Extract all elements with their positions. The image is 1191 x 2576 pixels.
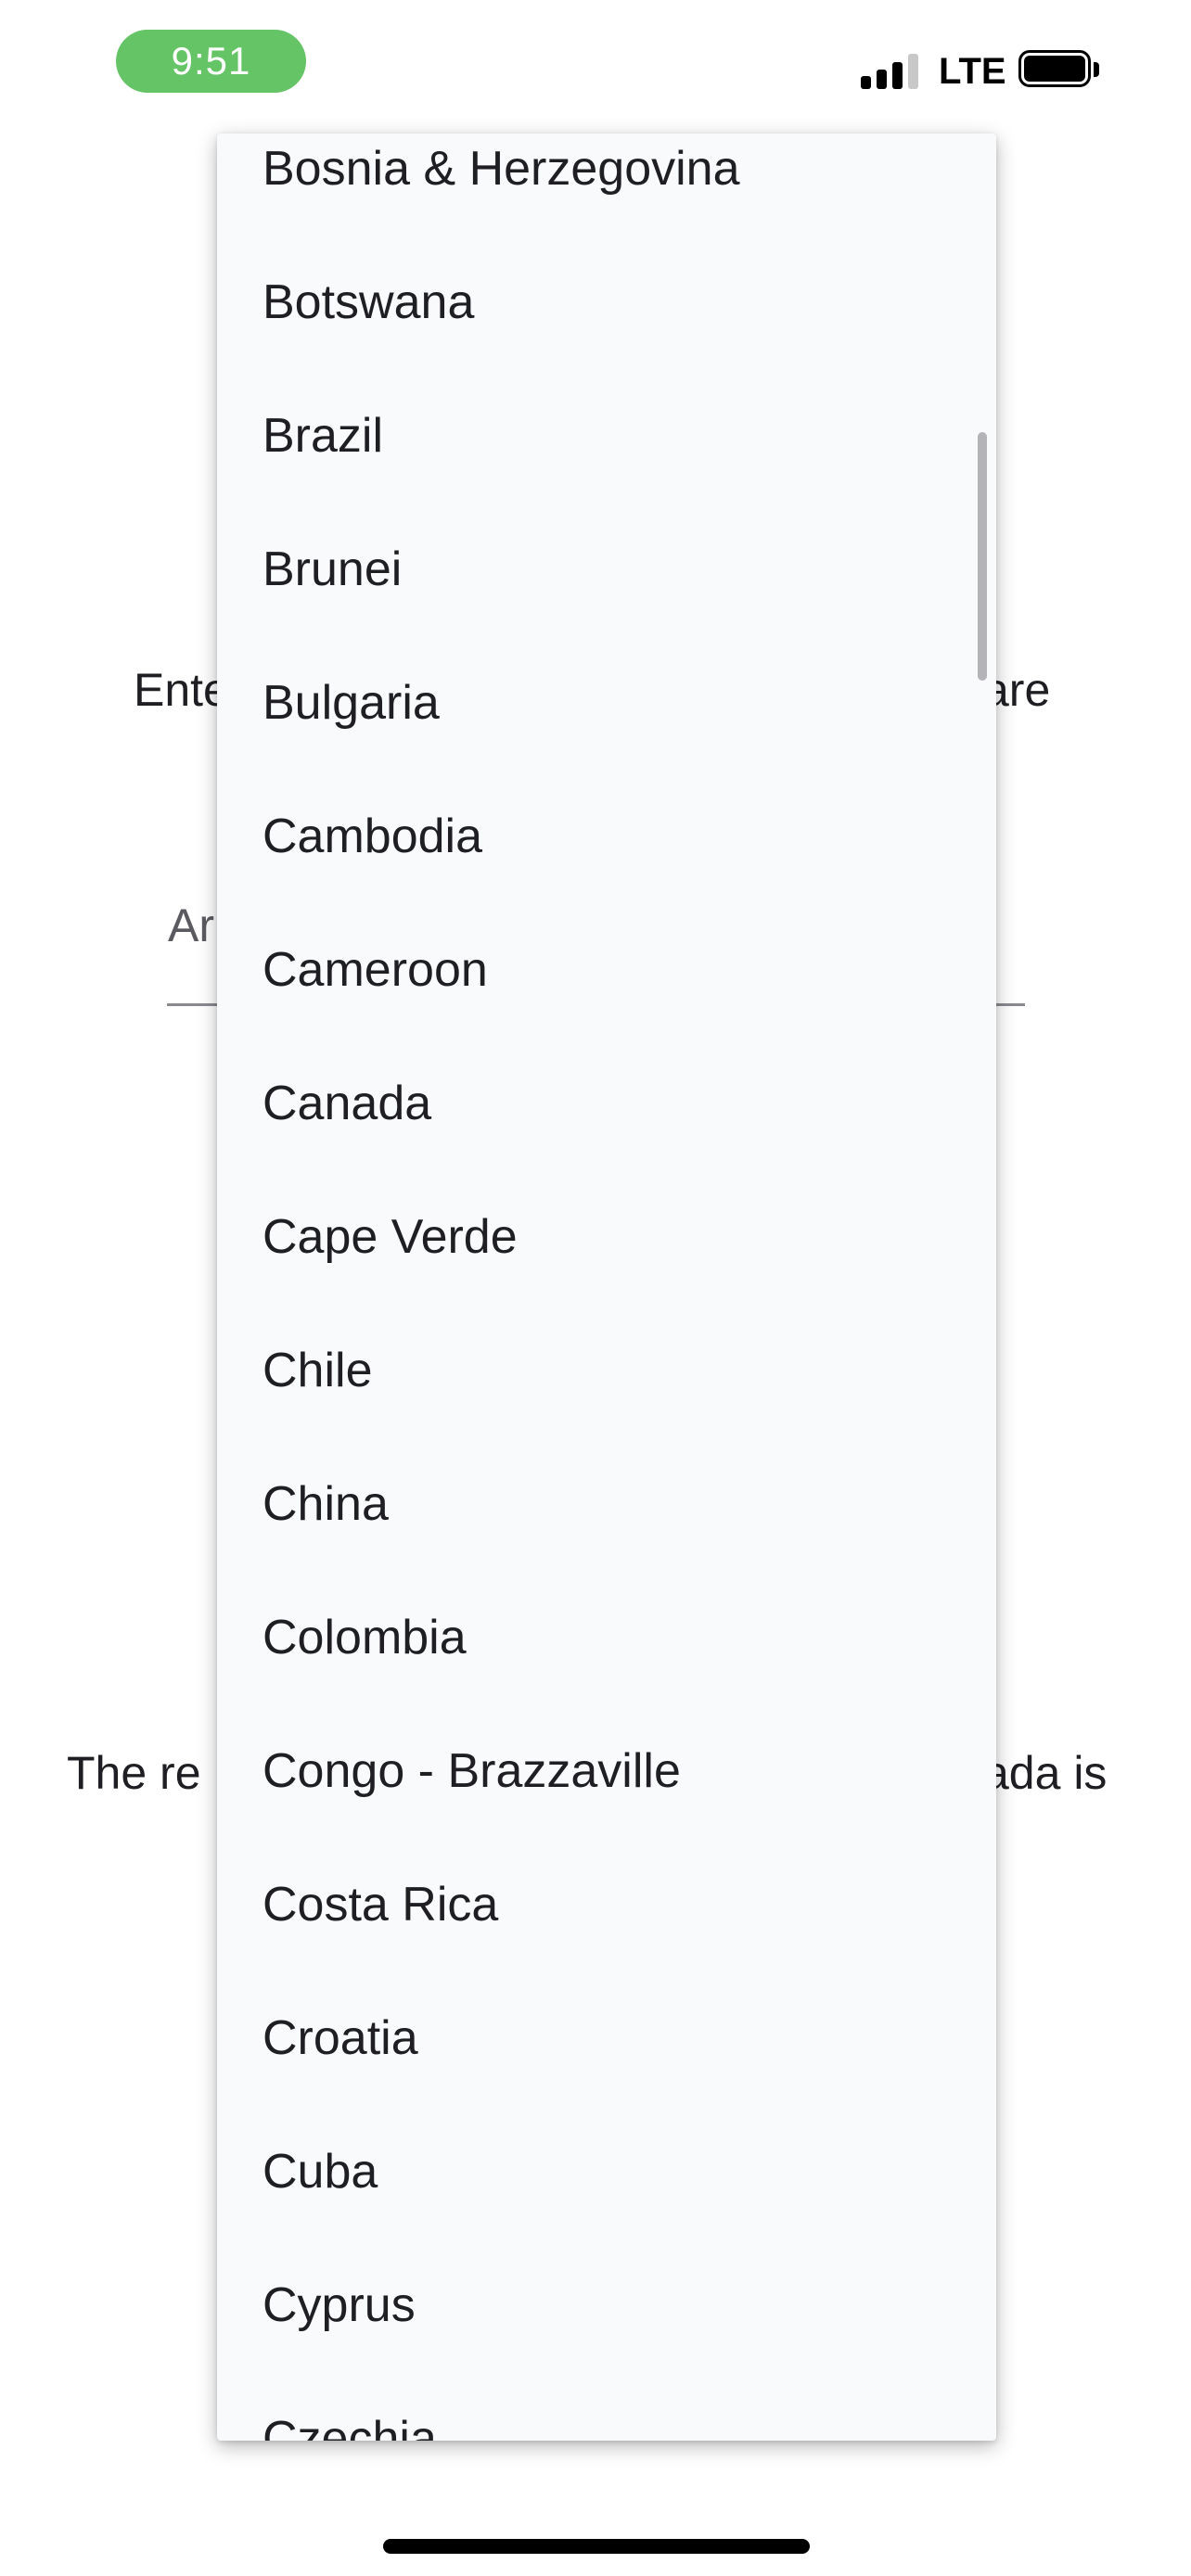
country-option[interactable]: Chile <box>217 1304 996 1437</box>
country-option[interactable]: Croatia <box>217 1971 996 2105</box>
battery-icon <box>1018 50 1100 91</box>
country-option[interactable]: Congo - Brazzaville <box>217 1704 996 1838</box>
country-option[interactable]: Cambodia <box>217 770 996 903</box>
country-option[interactable]: China <box>217 1437 996 1571</box>
country-option[interactable]: Bosnia & Herzegovina <box>217 134 996 236</box>
country-dropdown-menu[interactable]: Bosnia & Herzegovina Botswana Brazil Bru… <box>217 134 996 2441</box>
country-option[interactable]: Brazil <box>217 369 996 503</box>
amount-input-placeholder[interactable]: Ar <box>168 898 214 953</box>
country-option[interactable]: Czechia <box>217 2372 996 2441</box>
instruction-text-start: Ente <box>134 664 229 716</box>
country-option[interactable]: Costa Rica <box>217 1838 996 1971</box>
status-time: 9:51 <box>116 30 306 93</box>
country-option[interactable]: Bulgaria <box>217 636 996 770</box>
dropdown-scrollbar-thumb[interactable] <box>978 432 987 681</box>
country-option[interactable]: Botswana <box>217 236 996 369</box>
country-option[interactable]: Canada <box>217 1037 996 1170</box>
home-indicator[interactable] <box>383 2539 810 2554</box>
status-bar: 9:51 LTE <box>0 0 1191 130</box>
country-option[interactable]: Cape Verde <box>217 1170 996 1304</box>
country-option[interactable]: Brunei <box>217 503 996 636</box>
signal-icon <box>861 52 926 89</box>
country-option[interactable]: Cameroon <box>217 903 996 1037</box>
network-type-label: LTE <box>939 51 1006 92</box>
result-text-end: ada is <box>983 1747 1108 1799</box>
result-text-start: The re <box>67 1747 201 1799</box>
country-option[interactable]: Cyprus <box>217 2238 996 2372</box>
country-option[interactable]: Colombia <box>217 1571 996 1704</box>
country-option[interactable]: Cuba <box>217 2105 996 2238</box>
